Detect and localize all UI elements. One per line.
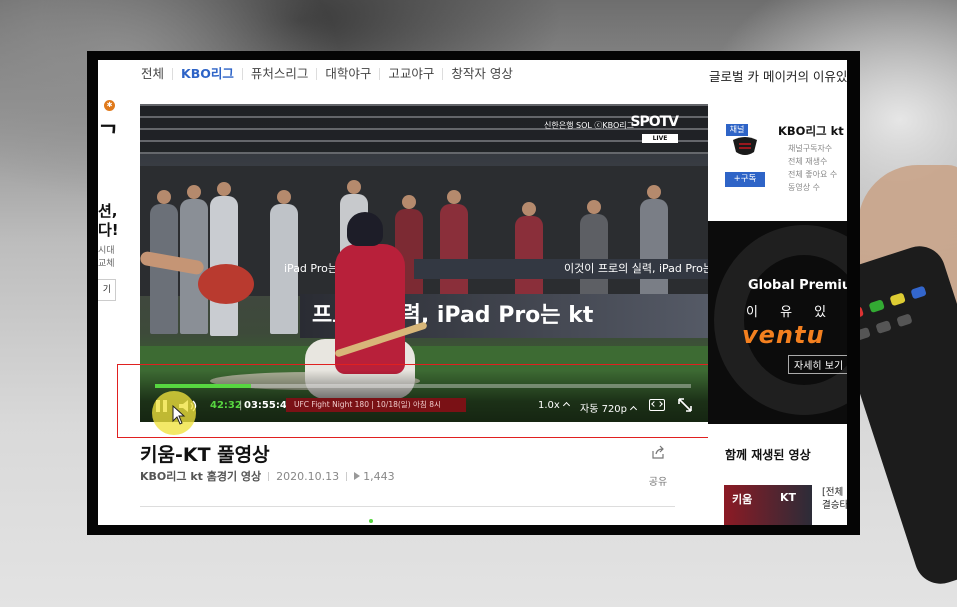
left-partial-line1: 션, [98, 202, 118, 220]
video-meta: KBO리그 kt 홈경기 영상 2020.10.13 1,443 [140, 468, 395, 484]
annotation-highlight-box [117, 364, 734, 438]
channel-name[interactable]: KBO리그 kt [778, 123, 844, 139]
nav-item-highschool-baseball[interactable]: 고교야구 [379, 67, 442, 80]
ad-line2: 이 유 있 는 [746, 305, 847, 320]
thumb-team-left: 키움 [732, 493, 753, 506]
nav-item-futures-league[interactable]: 퓨처스리그 [241, 67, 317, 80]
upload-date: 2020.10.13 [276, 469, 340, 483]
ad-brand: ventu [742, 321, 825, 349]
category-nav: 전체 KBO리그 퓨처스리그 대학야구 고교야구 창작자 영상 [141, 66, 521, 82]
sidebar-ad[interactable]: Global Premium 이 유 있 는 ventu 자세히 보기 [708, 221, 847, 424]
batter-helmet [347, 212, 383, 246]
right-sidebar: 채널 KBO리그 kt 채널구독자수 전체 재생수 전체 좋아요 수 동영상 수… [708, 104, 847, 525]
tv-screen: ✱ ᄀ 션, 다! 시대 교체 기 전체 KBO리그 퓨처스리그 대학야구 고교… [98, 60, 847, 525]
channel-link[interactable]: KBO리그 kt 홈경기 영상 [140, 468, 261, 484]
left-partial-line4: 교체 [98, 259, 115, 269]
channel-stat-likes: 전체 좋아요 수 [788, 170, 838, 179]
ad-board-small: iPad Pro는 kt 이것이 프로의 실력, iPad Pro는 [284, 259, 708, 279]
broadcaster-logo: SPOTV [630, 114, 679, 130]
nav-item-kbo-league[interactable]: KBO리그 [172, 67, 242, 80]
related-video-title-line1: [전체 [822, 487, 844, 498]
ad-board-small-text: 이것이 프로의 실력, iPad Pro는 [564, 262, 708, 275]
live-badge: LIVE [642, 134, 678, 143]
nav-banner-text[interactable]: 글로벌 카 메이커의 이유있는 [709, 66, 847, 85]
video-title: 키움-KT 풀영상 [140, 444, 270, 466]
ad-line1: Global Premium [748, 278, 847, 293]
content-divider [140, 506, 675, 507]
related-videos-heading: 함께 재생된 영상 [725, 448, 811, 462]
share-label: 공유 [648, 477, 668, 488]
broadcast-sponsor: 신한은행 SOL ⓒKBO리그 [544, 121, 634, 130]
nav-item-creator-videos[interactable]: 창작자 영상 [442, 67, 520, 80]
share-button[interactable]: 공유 [646, 444, 670, 488]
channel-stat-videos: 동영상 수 [788, 183, 820, 192]
catcher-glove [198, 264, 254, 304]
left-partial-line3: 시대 [98, 246, 115, 256]
left-partial-panel: ✱ ᄀ 션, 다! 시대 교체 기 [98, 60, 120, 525]
channel-card: 채널 KBO리그 kt 채널구독자수 전체 재생수 전체 좋아요 수 동영상 수… [708, 104, 847, 221]
nav-item-college-baseball[interactable]: 대학야구 [316, 67, 379, 80]
ad-more-button[interactable]: 자세히 보기 [788, 355, 847, 374]
left-partial-glyph: ᄀ [98, 123, 119, 148]
subscribe-button[interactable]: +구독 [725, 172, 765, 187]
related-video-thumbnail[interactable]: 키움 KT [724, 485, 812, 525]
channel-stat-subscribers: 채널구독자수 [788, 144, 833, 153]
related-video-title[interactable]: [전체 결승타 [822, 486, 847, 512]
channel-stat-plays: 전체 재생수 [788, 157, 828, 166]
thumb-team-right: KT [780, 491, 797, 504]
meta-divider [346, 471, 348, 481]
play-count-icon [354, 472, 361, 480]
share-icon [652, 445, 664, 459]
left-partial-line2: 다! [98, 221, 119, 239]
badge-icon: ✱ [104, 100, 115, 111]
related-video-title-line2: 결승타 [822, 500, 847, 511]
view-count: 1,443 [363, 469, 395, 483]
channel-logo-icon[interactable] [730, 136, 760, 158]
nav-item-all[interactable]: 전체 [141, 67, 172, 80]
indicator-dot [369, 519, 373, 523]
meta-divider [268, 471, 270, 481]
channel-tag: 채널 [726, 124, 748, 136]
tire-image [714, 225, 847, 415]
left-partial-button[interactable]: 기 [98, 279, 116, 301]
